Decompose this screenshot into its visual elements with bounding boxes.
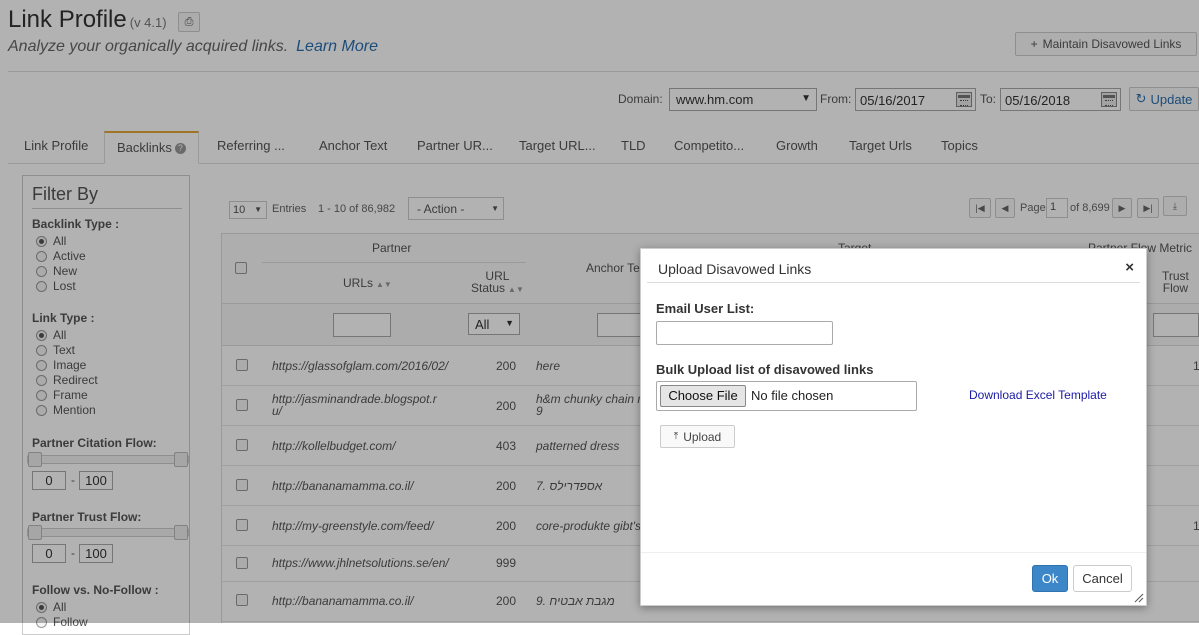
bulk-upload-label: Bulk Upload list of disavowed links: [656, 362, 874, 377]
upload-disavowed-dialog: Upload Disavowed Links × Email User List…: [640, 248, 1147, 606]
resize-grip-icon[interactable]: [1132, 591, 1144, 603]
file-upload-field[interactable]: Choose File No file chosen: [656, 381, 917, 411]
upload-icon: ⤒: [673, 431, 679, 442]
dialog-divider: [647, 282, 1140, 283]
footer-divider: [641, 552, 1146, 553]
ok-button[interactable]: Ok: [1032, 565, 1068, 592]
dialog-title: Upload Disavowed Links: [658, 261, 812, 277]
cancel-button[interactable]: Cancel: [1073, 565, 1132, 592]
email-user-list-label: Email User List:: [656, 301, 755, 316]
close-icon[interactable]: ×: [1125, 259, 1134, 276]
email-user-list-input[interactable]: [656, 321, 833, 345]
upload-button[interactable]: ⤒ Upload: [660, 425, 735, 448]
no-file-label: No file chosen: [751, 388, 834, 403]
download-template-link[interactable]: Download Excel Template: [969, 388, 1107, 402]
choose-file-button[interactable]: Choose File: [660, 385, 746, 407]
